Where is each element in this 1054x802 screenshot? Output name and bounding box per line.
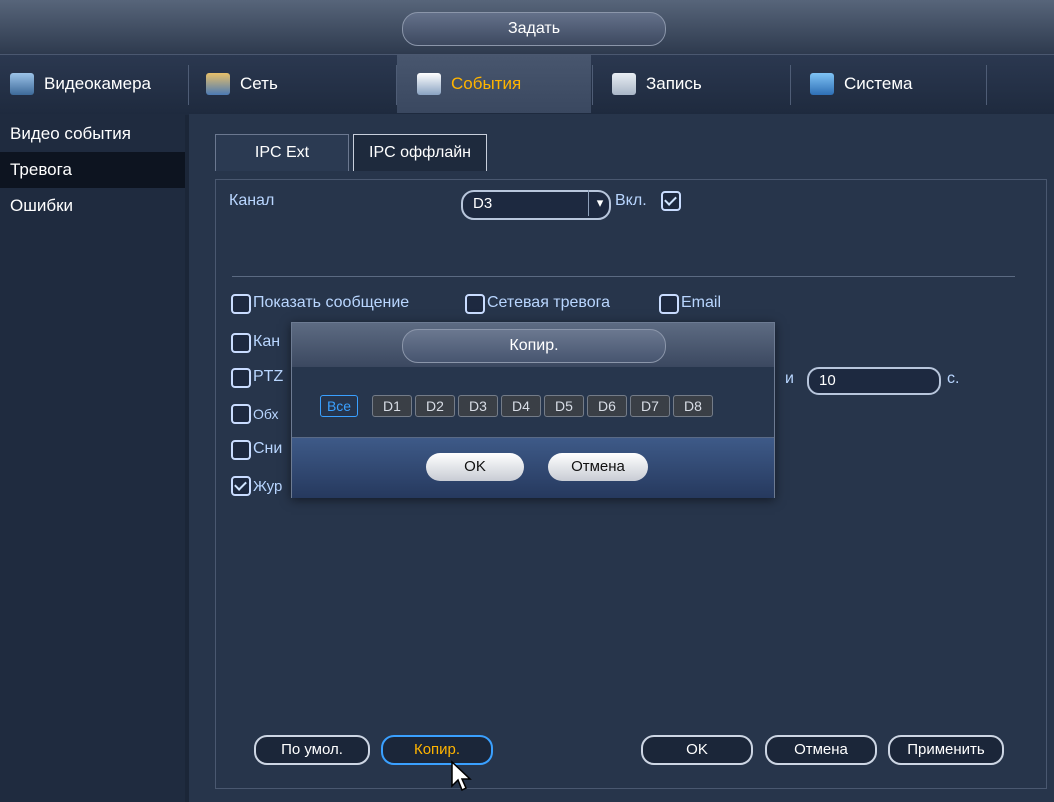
channel-toggle[interactable]: D5: [544, 395, 584, 417]
delay-unit: с.: [947, 370, 960, 387]
channel-toggle[interactable]: D8: [673, 395, 713, 417]
mouse-pointer-icon: [451, 760, 472, 792]
default-button[interactable]: По умол.: [254, 735, 370, 765]
tab-label: Видеокамера: [44, 74, 151, 93]
tab-ipc-offline[interactable]: IPC оффлайн: [353, 134, 487, 171]
snapshot-checkbox[interactable]: [231, 440, 251, 460]
channel-toggle[interactable]: D1: [372, 395, 412, 417]
dialog-title: Копир.: [402, 329, 666, 363]
tab-label: Запись: [646, 74, 702, 93]
nav-divider: [592, 65, 593, 105]
tab-label: Сеть: [240, 74, 278, 93]
tab-network[interactable]: Сеть: [206, 55, 386, 113]
channel-value: D3: [473, 195, 493, 212]
record-icon: [612, 73, 636, 95]
nav-divider: [790, 65, 791, 105]
chevron-down-icon[interactable]: ▾: [588, 190, 611, 216]
log-label: Жур: [253, 478, 283, 495]
enable-checkbox[interactable]: [661, 191, 681, 211]
tour-label: Обх: [253, 406, 279, 422]
email-label: Email: [681, 294, 722, 311]
channel-label: Канал: [229, 192, 275, 209]
tab-events[interactable]: События: [397, 55, 591, 113]
nav-divider: [986, 65, 987, 105]
channel-all-toggle[interactable]: Все: [320, 395, 358, 417]
tab-record[interactable]: Запись: [612, 55, 782, 113]
record-channel-label: Кан: [253, 333, 281, 350]
delay-input[interactable]: 10: [807, 367, 941, 395]
window-title: Задать: [402, 12, 666, 46]
net-alarm-label: Сетевая тревога: [487, 294, 611, 311]
channel-toggle[interactable]: D3: [458, 395, 498, 417]
divider: [232, 276, 1015, 277]
sidebar-item-alarm[interactable]: Тревога: [0, 152, 185, 188]
delay-label: и: [785, 370, 794, 387]
sidebar-item-video-events[interactable]: Видео события: [0, 116, 185, 152]
tab-label: События: [451, 74, 522, 93]
ok-button[interactable]: OK: [641, 735, 753, 765]
ptz-label: PTZ: [253, 368, 284, 385]
tab-camera[interactable]: Видеокамера: [10, 55, 178, 113]
network-icon: [206, 73, 230, 95]
sidebar: Видео события Тревога Ошибки: [0, 114, 185, 802]
snapshot-label: Сни: [253, 440, 283, 457]
ptz-checkbox[interactable]: [231, 368, 251, 388]
record-channel-checkbox[interactable]: [231, 333, 251, 353]
log-checkbox[interactable]: [231, 476, 251, 496]
show-message-checkbox[interactable]: [231, 294, 251, 314]
dialog-footer: [292, 437, 774, 498]
copy-dialog: Копир. Все D1 D2 D3 D4 D5 D6 D7 D8 OK От…: [291, 322, 775, 498]
dialog-cancel-button[interactable]: Отмена: [548, 453, 648, 481]
channel-toggle[interactable]: D6: [587, 395, 627, 417]
net-alarm-checkbox[interactable]: [465, 294, 485, 314]
enable-label: Вкл.: [615, 192, 647, 209]
events-icon: [417, 73, 441, 95]
dialog-header: Копир.: [292, 323, 774, 367]
dialog-ok-button[interactable]: OK: [426, 453, 524, 481]
tab-system[interactable]: Система: [810, 55, 980, 113]
nav-divider: [188, 65, 189, 105]
tab-label: Система: [844, 74, 913, 93]
apply-button[interactable]: Применить: [888, 735, 1004, 765]
channel-select[interactable]: D3 ▾: [461, 190, 611, 220]
channel-toggle[interactable]: D2: [415, 395, 455, 417]
tour-checkbox[interactable]: [231, 404, 251, 424]
show-message-label: Показать сообщение: [253, 294, 410, 311]
channel-toggle[interactable]: D4: [501, 395, 541, 417]
sidebar-item-errors[interactable]: Ошибки: [0, 188, 185, 224]
title-bar: Задать: [0, 0, 1054, 54]
system-icon: [810, 73, 834, 95]
channel-toggle[interactable]: D7: [630, 395, 670, 417]
main-nav: Видеокамера Сеть События Запись Система: [0, 54, 1054, 115]
camera-icon: [10, 73, 34, 95]
copy-button[interactable]: Копир.: [381, 735, 493, 765]
cancel-button[interactable]: Отмена: [765, 735, 877, 765]
tab-ipc-ext[interactable]: IPC Ext: [215, 134, 349, 171]
email-checkbox[interactable]: [659, 294, 679, 314]
